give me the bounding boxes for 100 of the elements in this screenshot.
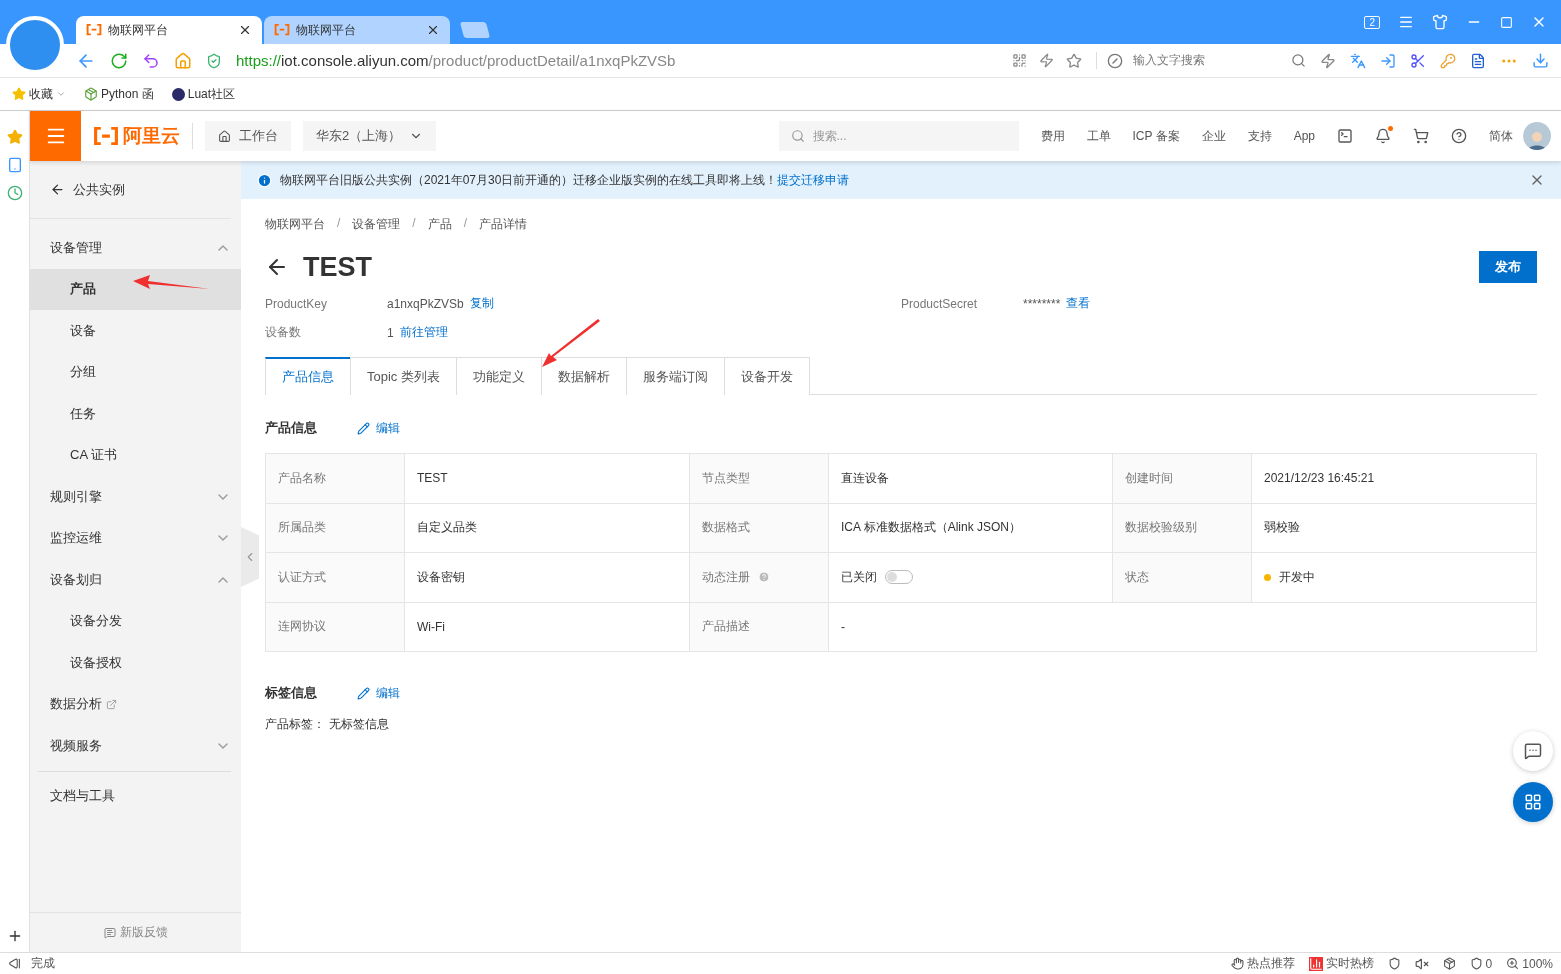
nav-link[interactable]: 工单 (1086, 127, 1111, 145)
scissors-icon[interactable] (1410, 52, 1426, 69)
caret-icon (56, 89, 66, 99)
sidebar-item[interactable]: 设备 (30, 310, 241, 352)
field-label: 数据校验级别 (1125, 519, 1197, 537)
bookmark[interactable]: Python 函 (84, 85, 154, 103)
star-icon[interactable] (1066, 52, 1082, 69)
help-icon[interactable] (1451, 128, 1467, 144)
region-dropdown[interactable]: 华东2（上海） (303, 121, 437, 151)
trending-link[interactable]: 实时热榜 (1308, 955, 1374, 972)
meta-label: ProductKey (265, 296, 329, 311)
zoom-level[interactable]: 100% (1506, 956, 1553, 971)
key-icon[interactable] (1440, 52, 1456, 69)
cart-icon[interactable] (1413, 128, 1429, 144)
sidebar-item[interactable]: 产品 (30, 268, 241, 310)
meta-link[interactable]: 前往管理 (399, 324, 448, 341)
back-link[interactable]: 公共实例 (30, 161, 231, 219)
sidebar-item[interactable]: 文档与工具 (30, 775, 241, 817)
sidebar-item[interactable]: CA 证书 (30, 434, 241, 476)
toggle-switch[interactable] (885, 570, 913, 585)
language-link[interactable]: 简体 (1489, 127, 1513, 145)
breadcrumb-link[interactable]: 产品 (427, 216, 452, 233)
meta-link[interactable]: 复制 (469, 295, 494, 312)
field-label: 连网协议 (278, 618, 326, 636)
page-title: TEST (303, 251, 372, 283)
back-icon (50, 182, 65, 197)
meta-value: ******** (1023, 296, 1061, 311)
tab[interactable]: 服务端订阅 (625, 357, 725, 395)
avatar[interactable] (1523, 122, 1551, 150)
tablet-icon[interactable] (6, 157, 23, 173)
document-icon[interactable] (1470, 52, 1486, 69)
breadcrumb-link[interactable]: 物联网平台 (265, 216, 325, 233)
browser-tab[interactable]: 物联网平台 (264, 16, 450, 44)
workbench-button[interactable]: 工作台 (205, 121, 291, 151)
lightning-icon[interactable] (1039, 53, 1054, 68)
nav-link[interactable]: 费用 (1040, 127, 1065, 145)
publish-button[interactable]: 发布 (1479, 251, 1537, 283)
qr-code-icon[interactable] (1012, 53, 1027, 68)
mute-icon[interactable] (1414, 956, 1429, 971)
search-field[interactable]: 输入文字搜索 (1096, 52, 1306, 69)
sidebar-item[interactable]: 规则引擎 (30, 476, 241, 518)
close-icon[interactable] (426, 23, 440, 37)
field-value: 直连设备 (841, 469, 889, 487)
bookmark[interactable]: 收藏 (12, 85, 66, 103)
home-icon[interactable] (174, 51, 192, 70)
new-tab-button[interactable] (459, 22, 491, 38)
bar-chart-icon (1308, 956, 1323, 971)
menu-button[interactable] (30, 111, 81, 161)
shirt-icon[interactable] (1432, 14, 1448, 30)
apps-button[interactable] (1513, 782, 1553, 822)
sidebar-item[interactable]: 设备管理 (30, 227, 241, 269)
chat-button[interactable] (1513, 731, 1553, 771)
sidebar-item[interactable]: 设备分发 (30, 600, 241, 642)
package-icon[interactable] (1442, 957, 1456, 970)
address-field[interactable]: https://iot.console.aliyun.com/product/productDetail/a1nxqPkZVSb (236, 52, 676, 69)
terminal-icon[interactable] (1337, 128, 1353, 144)
meta-link[interactable]: 查看 (1066, 295, 1091, 312)
tab[interactable]: 功能定义 (455, 357, 542, 395)
browser-tab[interactable]: 物联网平台 (76, 16, 262, 44)
tab[interactable]: 产品信息 (265, 357, 351, 395)
nav-link[interactable]: ICP 备案 (1132, 127, 1180, 145)
tab[interactable]: Topic 类列表 (350, 357, 457, 395)
banner-text: 物联网平台旧版公共实例（2021年07月30日前开通的）迁移企业版实例的在线工具即将上线！提交迁移申请 (280, 171, 850, 189)
sidebar-item[interactable]: 任务 (30, 393, 241, 435)
tab[interactable]: 数据解析 (540, 357, 627, 395)
shield-icon (206, 52, 222, 69)
edit-link[interactable]: 编辑 (357, 419, 400, 437)
sidebar-item[interactable]: 设备划归 (30, 559, 241, 601)
menu-icon[interactable] (1398, 14, 1414, 30)
field-label: 创建时间 (1125, 469, 1173, 487)
edit-link[interactable]: 编辑 (357, 684, 400, 702)
nav-link[interactable]: 企业 (1201, 127, 1226, 145)
sidebar-item[interactable]: 监控运维 (30, 517, 241, 559)
lightning-icon[interactable] (1320, 52, 1336, 69)
breadcrumb-link[interactable]: 设备管理 (352, 216, 401, 233)
sidebar-item[interactable]: 视频服务 (30, 725, 241, 767)
undo-icon[interactable] (142, 51, 160, 70)
shield-icon (1469, 957, 1483, 970)
star-icon[interactable] (6, 129, 23, 145)
bracket-logo-icon (93, 126, 119, 146)
nav-link[interactable]: App (1293, 129, 1315, 143)
migration-link[interactable]: 提交迁移申请 (777, 172, 850, 187)
shield-icon[interactable] (1387, 957, 1401, 970)
download-icon[interactable] (1532, 52, 1549, 69)
tab[interactable]: 设备开发 (723, 357, 810, 395)
sidebar-item[interactable]: 设备授权 (30, 642, 241, 684)
maximize-icon[interactable] (1500, 15, 1513, 29)
reload-icon[interactable] (110, 51, 128, 70)
panel-toggle-icon[interactable] (8, 957, 21, 970)
login-icon[interactable] (1380, 52, 1396, 69)
translate-icon[interactable] (1350, 52, 1366, 69)
sidebar-item[interactable]: 数据分析 (30, 683, 241, 725)
nav-link[interactable]: 支持 (1247, 127, 1272, 145)
ad-block-count[interactable]: 0 (1469, 956, 1493, 971)
clock-icon[interactable] (6, 185, 23, 201)
sidebar-item[interactable]: 分组 (30, 351, 241, 393)
bookmark[interactable]: Luat社区 (171, 85, 236, 103)
hot-link[interactable]: 热点推荐 (1230, 955, 1295, 972)
section-title: 标签信息 (265, 684, 317, 702)
close-icon[interactable] (238, 23, 252, 37)
